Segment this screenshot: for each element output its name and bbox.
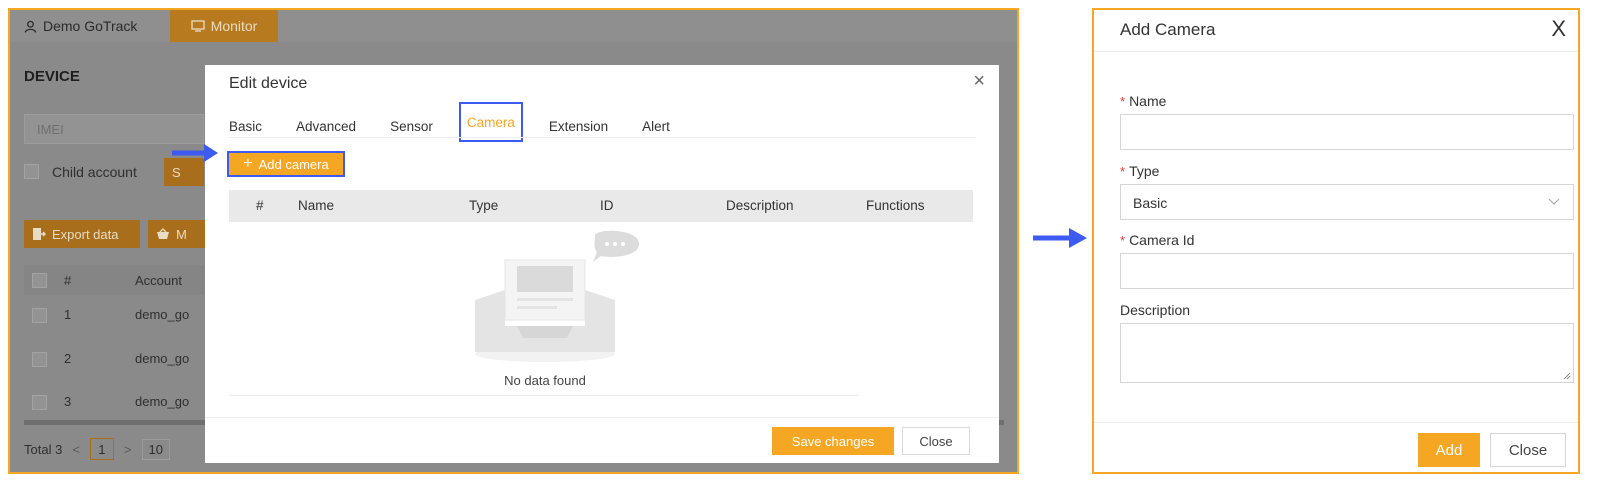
empty-state-text: No data found xyxy=(504,373,586,388)
top-nav-bar: Demo GoTrack Monitor xyxy=(10,10,1017,42)
column-description: Description xyxy=(726,198,794,213)
imei-input[interactable]: IMEI xyxy=(24,114,204,144)
chevron-down-icon xyxy=(1548,198,1560,205)
page-title: DEVICE xyxy=(24,68,80,85)
table-row-account: demo_go xyxy=(135,307,190,322)
arrow-right-icon xyxy=(172,144,218,162)
camera-id-label-text: Camera Id xyxy=(1129,232,1195,248)
export-icon xyxy=(33,228,46,240)
modal-footer-divider xyxy=(1094,422,1578,423)
description-textarea[interactable] xyxy=(1120,323,1574,383)
required-mark: * xyxy=(1120,164,1126,179)
export-data-button[interactable]: Export data xyxy=(24,220,140,248)
child-account-label: Child account xyxy=(52,164,137,180)
pagination: Total 3 < 1 > 10 xyxy=(24,434,170,464)
monitor-label: Monitor xyxy=(210,18,258,34)
close-icon[interactable]: × xyxy=(973,71,985,91)
modal-title: Edit device xyxy=(229,75,308,92)
monitor-tab[interactable]: Monitor xyxy=(170,10,278,42)
camera-id-label: * Camera Id xyxy=(1120,232,1194,248)
plus-icon: + xyxy=(243,155,253,172)
close-button[interactable]: Close xyxy=(1490,433,1566,467)
modal-footer-divider xyxy=(205,417,999,418)
device-table-header xyxy=(24,265,214,295)
table-row-number: 1 xyxy=(64,307,72,322)
tab-camera[interactable]: Camera xyxy=(458,102,523,142)
empty-inbox-icon xyxy=(475,230,639,362)
modal-header-divider xyxy=(1094,51,1578,52)
name-label-text: Name xyxy=(1129,93,1167,109)
required-mark: * xyxy=(1120,233,1126,248)
description-label: Description xyxy=(1120,302,1191,318)
current-page[interactable]: 1 xyxy=(89,438,114,460)
search-button-label: S xyxy=(172,164,181,180)
column-hash: # xyxy=(64,273,72,288)
row-checkbox[interactable] xyxy=(32,395,47,410)
modal-title: Add Camera xyxy=(1120,20,1216,39)
type-select-value: Basic xyxy=(1133,195,1168,211)
user-name: Demo GoTrack xyxy=(43,18,138,34)
type-label: * Type xyxy=(1120,163,1159,179)
arrow-right-icon xyxy=(1033,228,1087,248)
monitor-icon xyxy=(191,20,205,32)
export-data-label: Export data xyxy=(52,226,119,242)
divider xyxy=(229,395,859,396)
column-name: Name xyxy=(298,198,335,213)
close-icon[interactable]: X xyxy=(1551,16,1566,42)
child-account-checkbox[interactable] xyxy=(24,164,39,179)
type-label-text: Type xyxy=(1129,163,1160,179)
column-hash: # xyxy=(256,198,264,213)
total-count: Total 3 xyxy=(24,441,63,457)
select-all-checkbox[interactable] xyxy=(32,273,47,288)
type-select[interactable]: Basic xyxy=(1120,184,1574,220)
row-checkbox[interactable] xyxy=(32,352,47,367)
basket-icon xyxy=(157,228,169,239)
camera-table-header: # Name Type ID Description Functions xyxy=(229,190,973,222)
name-label: * Name xyxy=(1120,93,1166,109)
prev-page-icon[interactable]: < xyxy=(72,442,80,457)
table-row-account: demo_go xyxy=(135,394,190,409)
column-functions: Functions xyxy=(866,198,925,213)
camera-id-input[interactable] xyxy=(1120,253,1574,289)
more-button[interactable]: M xyxy=(148,220,206,248)
table-row-number: 3 xyxy=(64,394,72,409)
add-camera-label: Add camera xyxy=(258,156,329,172)
close-button[interactable]: Close xyxy=(902,427,970,455)
column-id: ID xyxy=(600,198,614,213)
table-row-number: 2 xyxy=(64,351,72,366)
resize-grip-icon[interactable] xyxy=(1563,372,1571,380)
column-type: Type xyxy=(469,198,499,213)
row-checkbox[interactable] xyxy=(32,308,47,323)
add-button[interactable]: Add xyxy=(1418,433,1480,467)
add-camera-modal: Add Camera X * Name * Type Basic * Camera I… xyxy=(1092,8,1580,474)
user-icon xyxy=(24,20,37,33)
table-row-account: demo_go xyxy=(135,351,190,366)
user-menu[interactable]: Demo GoTrack xyxy=(24,10,137,42)
tab-divider xyxy=(229,137,975,138)
edit-device-modal: Edit device × Basic Advanced Sensor Came… xyxy=(205,65,999,463)
edit-device-screenshot: Demo GoTrack Monitor DEVICE IMEI Child a… xyxy=(8,8,1019,474)
required-mark: * xyxy=(1120,94,1126,109)
column-account: Account xyxy=(135,273,182,288)
more-button-label: M xyxy=(176,226,187,242)
save-changes-button[interactable]: Save changes xyxy=(772,427,894,455)
name-input[interactable] xyxy=(1120,114,1574,150)
page-size-select[interactable]: 10 xyxy=(141,438,170,460)
next-page-icon[interactable]: > xyxy=(124,442,132,457)
add-camera-button[interactable]: + Add camera xyxy=(227,151,345,177)
